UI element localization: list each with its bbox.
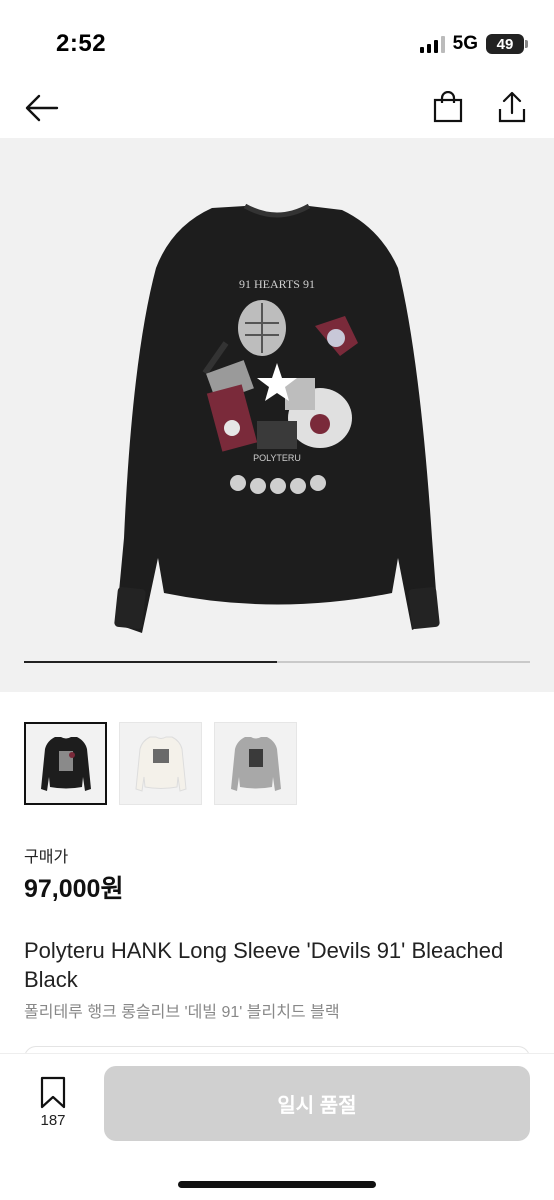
svg-text:91 HEARTS 91: 91 HEARTS 91 xyxy=(239,277,315,291)
nav-bar xyxy=(0,80,554,138)
share-icon xyxy=(498,91,526,123)
bottom-action-bar: 187 일시 품절 xyxy=(0,1053,554,1200)
sold-out-button[interactable]: 일시 품절 xyxy=(104,1066,530,1141)
arrow-left-icon xyxy=(25,94,59,122)
wish-count: 187 xyxy=(40,1112,66,1129)
thumbnail-gray[interactable] xyxy=(214,722,297,805)
price-value: 97,000원 xyxy=(24,875,124,903)
status-indicators: 5G 49 xyxy=(419,33,528,55)
shopping-bag-button[interactable] xyxy=(430,88,466,126)
shopping-bag-icon xyxy=(433,91,463,123)
status-bar: 2:52 5G 49 xyxy=(0,0,554,80)
product-name-en: Polyteru HANK Long Sleeve 'Devils 91' Bl… xyxy=(24,938,504,992)
battery-level: 49 xyxy=(496,35,514,53)
back-button[interactable] xyxy=(22,90,62,126)
status-time: 2:52 xyxy=(56,30,107,57)
thumbnail-black[interactable] xyxy=(24,722,107,805)
svg-text:POLYTERU: POLYTERU xyxy=(253,453,301,463)
thumbnail-white[interactable] xyxy=(119,722,202,805)
home-indicator xyxy=(178,1181,376,1188)
share-button[interactable] xyxy=(494,88,530,126)
thumbnail-image xyxy=(230,736,281,791)
product-name-ko: 폴리테루 행크 롱슬리브 '데빌 91' 블리치드 블랙 xyxy=(24,1004,340,1021)
wish-button[interactable]: 187 xyxy=(28,1076,78,1129)
product-image: 91 HEARTS 91 POLYTERU xyxy=(114,203,440,633)
thumbnail-list xyxy=(24,722,297,805)
price-label: 구매가 xyxy=(24,849,69,866)
gallery-progress-fill xyxy=(24,661,277,663)
signal-icon xyxy=(419,35,445,53)
bookmark-icon xyxy=(40,1076,66,1109)
thumbnail-image xyxy=(40,736,91,791)
network-type: 5G xyxy=(452,33,478,54)
thumbnail-image xyxy=(134,736,187,792)
gallery-progress-track xyxy=(24,661,530,663)
product-image-gallery[interactable]: 91 HEARTS 91 POLYTERU xyxy=(0,138,554,692)
battery-icon: 49 xyxy=(486,34,528,54)
